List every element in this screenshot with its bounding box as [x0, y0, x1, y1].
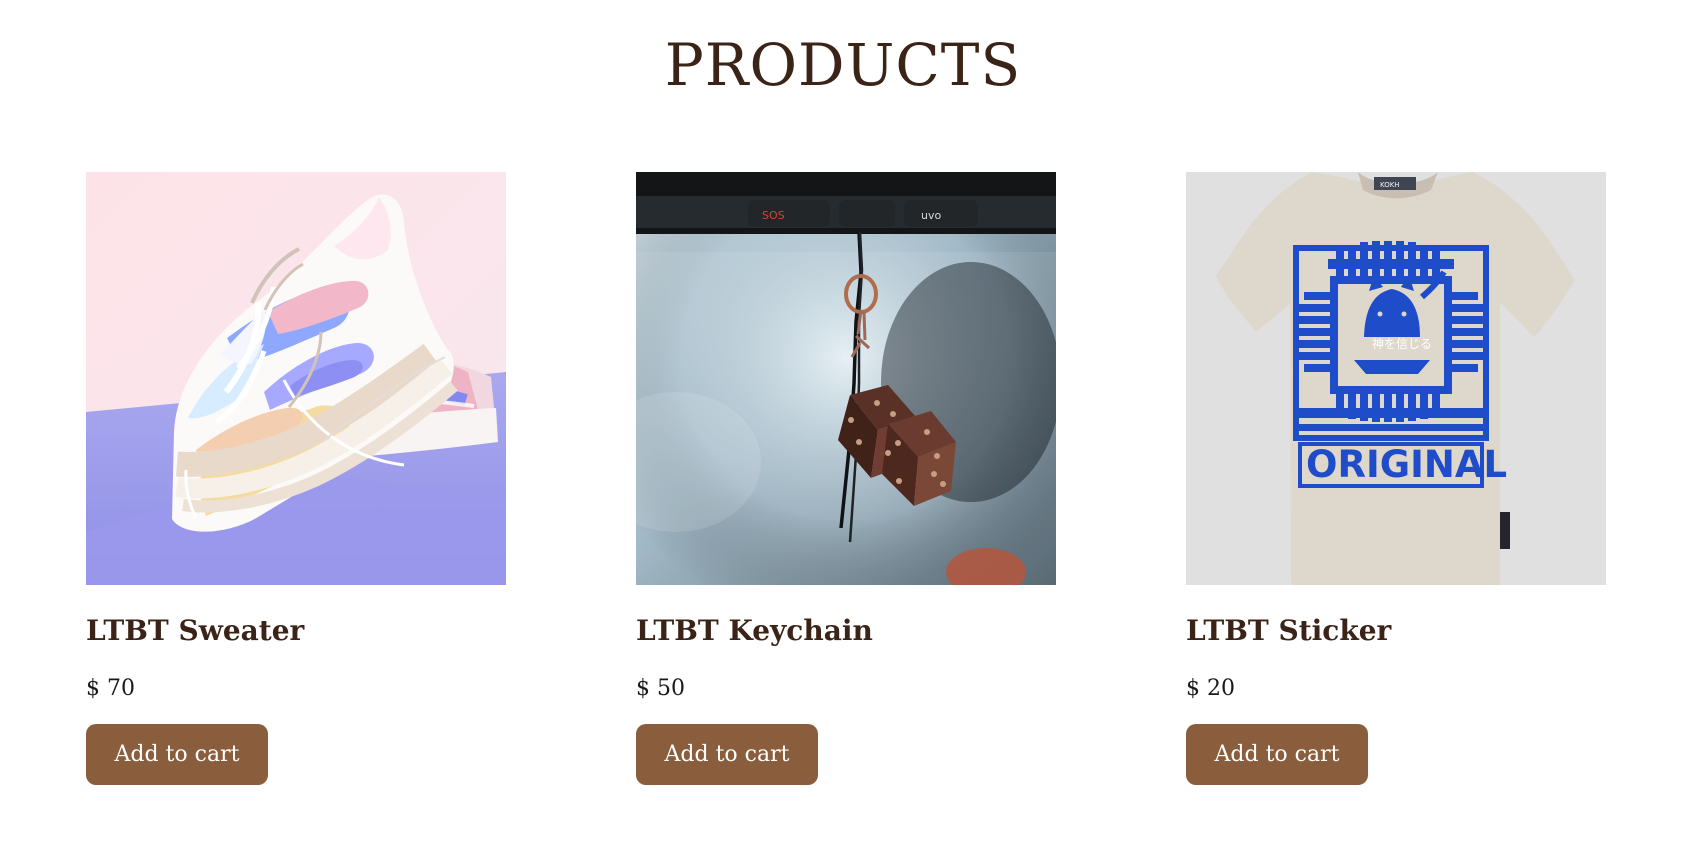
product-image[interactable]: KOKH ORIGINAL 神を信じる — [1186, 172, 1606, 585]
tshirt-tag-text: KOKH — [1380, 181, 1400, 189]
tshirt-image: KOKH ORIGINAL 神を信じる — [1186, 172, 1606, 585]
product-name[interactable]: LTBT Sticker — [1186, 614, 1606, 648]
product-name[interactable]: LTBT Keychain — [636, 614, 1056, 648]
sneaker-image — [86, 172, 506, 585]
tshirt-sub-text: 神を信じる — [1372, 337, 1432, 351]
products-page: PRODUCTS LTBT Sweater $ 70 Add to cart S… — [0, 0, 1686, 845]
tshirt-main-text: ORIGINAL — [1306, 443, 1507, 486]
add-to-cart-button[interactable]: Add to cart — [636, 723, 818, 785]
keychain-image-sos: SOS — [762, 209, 785, 222]
keychain-image-label: uvo — [921, 209, 941, 222]
product-card: LTBT Sweater $ 70 Add to cart — [86, 172, 506, 785]
product-card: KOKH ORIGINAL 神を信じる LTBT Sticker $ 20 Ad… — [1186, 172, 1606, 785]
page-title: PRODUCTS — [664, 31, 1022, 99]
product-card: SOS uvo LTBT Keychain $ 50 Add to cart — [636, 172, 1056, 785]
product-grid: LTBT Sweater $ 70 Add to cart SOS uvo LT… — [86, 172, 1606, 785]
product-image[interactable] — [86, 172, 506, 585]
dice-keychain-image: SOS uvo — [636, 172, 1056, 585]
product-name[interactable]: LTBT Sweater — [86, 614, 506, 648]
add-to-cart-button[interactable]: Add to cart — [86, 723, 268, 785]
product-price: $ 20 — [1186, 675, 1235, 701]
product-image[interactable]: SOS uvo — [636, 172, 1056, 585]
add-to-cart-button[interactable]: Add to cart — [1186, 723, 1368, 785]
product-price: $ 70 — [86, 675, 135, 701]
product-price: $ 50 — [636, 675, 685, 701]
